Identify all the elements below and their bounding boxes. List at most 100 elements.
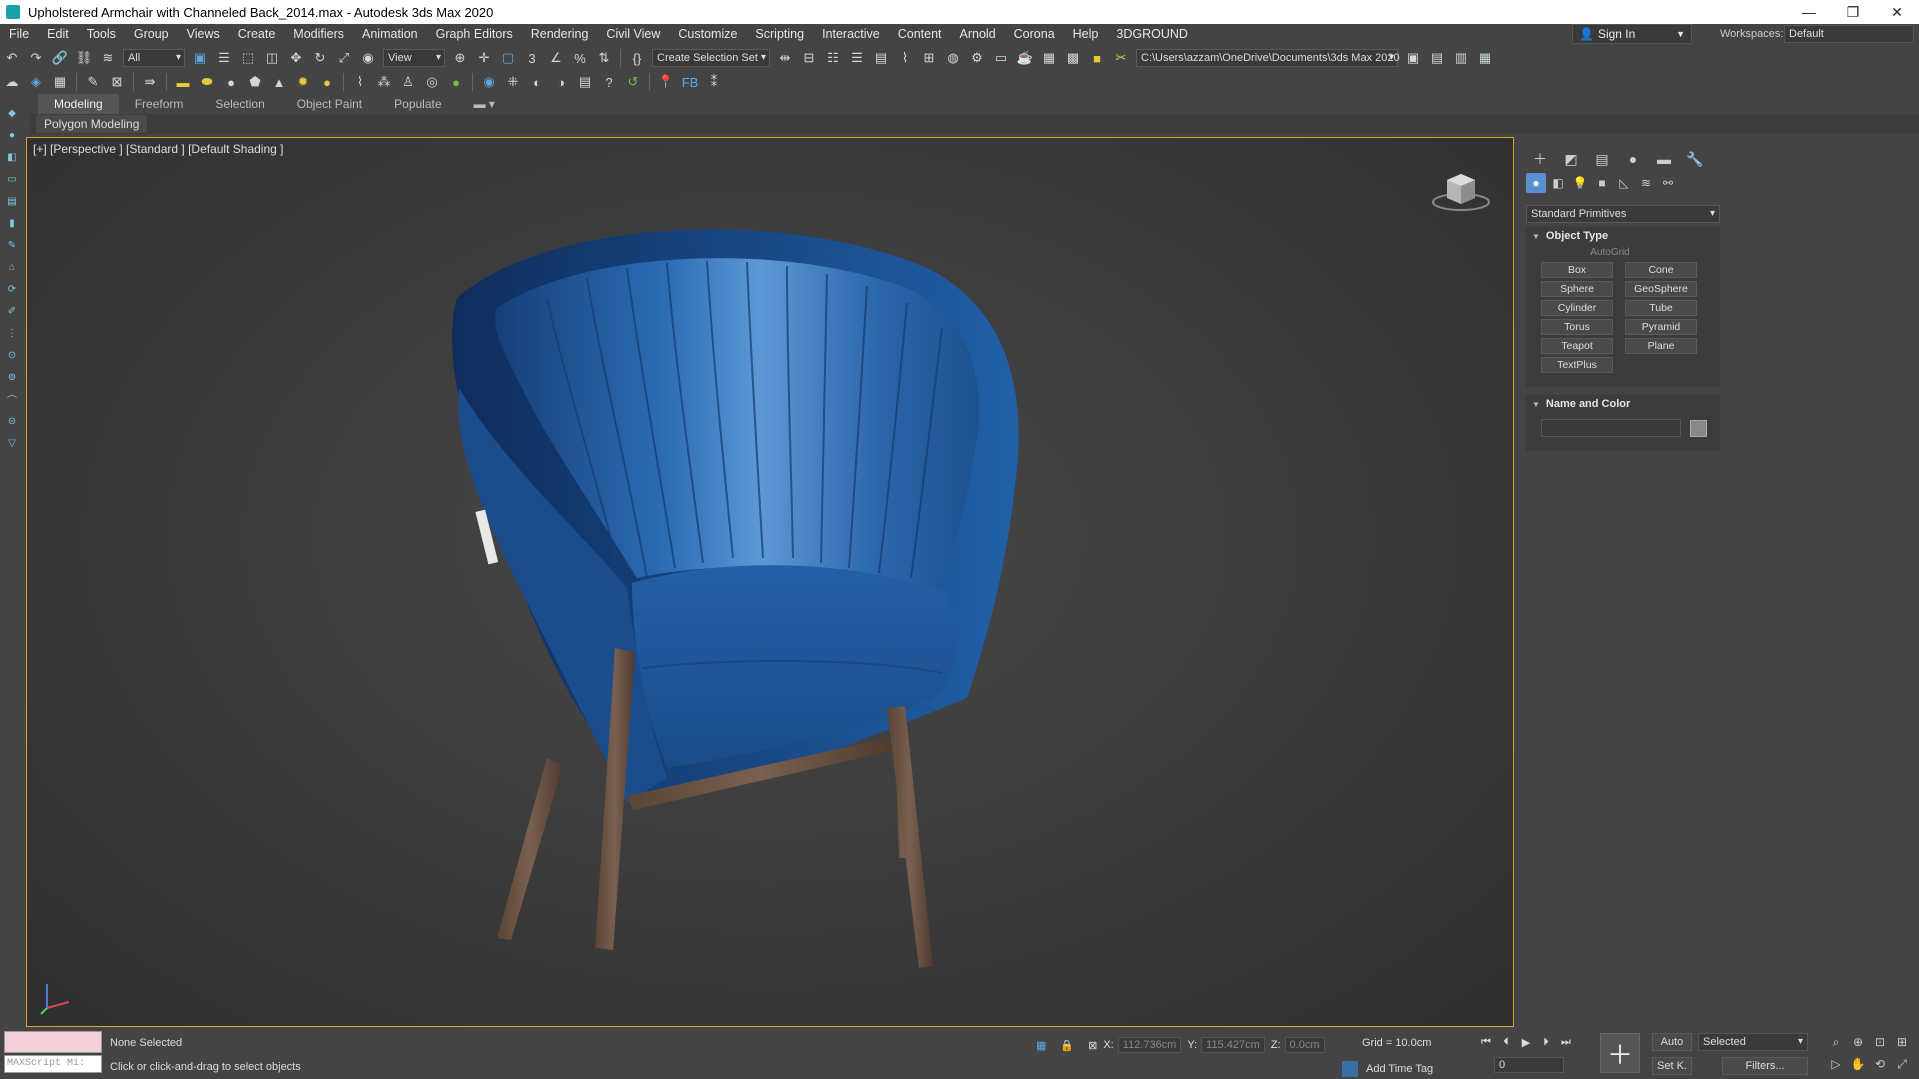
perspective-viewport[interactable]: [+] [Perspective ] [Standard ] [Default … bbox=[26, 137, 1514, 1027]
render-frame-icon[interactable]: ▭ bbox=[991, 48, 1011, 68]
helper-icon[interactable]: ✎ bbox=[83, 72, 103, 92]
select-object-icon[interactable]: ▣ bbox=[190, 48, 210, 68]
teapot-prim-icon[interactable]: ⬟ bbox=[245, 72, 265, 92]
systems-icon[interactable]: ⚯ bbox=[1658, 173, 1678, 193]
tab-selection[interactable]: Selection bbox=[199, 94, 280, 114]
restore-button[interactable]: ❐ bbox=[1831, 0, 1875, 24]
project-open-icon[interactable]: ▤ bbox=[1427, 48, 1447, 68]
pivot-center-icon[interactable]: ⊕ bbox=[450, 48, 470, 68]
shapes-icon[interactable]: ◧ bbox=[1548, 173, 1568, 193]
ribbon-options-icon[interactable]: ▬ ▾ bbox=[458, 94, 511, 114]
x-coordinate-field[interactable]: 112.736cm bbox=[1117, 1037, 1182, 1053]
select-by-name-icon[interactable]: ☰ bbox=[214, 48, 234, 68]
link-icon[interactable]: 🔗 bbox=[50, 48, 70, 68]
tool-icon[interactable]: ✎ bbox=[4, 235, 20, 255]
sphere-prim-icon[interactable]: ● bbox=[221, 72, 241, 92]
geosphere-button[interactable]: GeoSphere bbox=[1625, 281, 1697, 297]
key-filter-dropdown[interactable]: Selected bbox=[1698, 1033, 1808, 1051]
light-icon[interactable]: ✹ bbox=[293, 72, 313, 92]
motion-tab-icon[interactable]: ● bbox=[1619, 149, 1647, 169]
modify-tab-icon[interactable]: ◩ bbox=[1557, 149, 1585, 169]
unlink-icon[interactable]: ⛓ bbox=[74, 48, 94, 68]
box-prim-icon[interactable]: ▬ bbox=[173, 72, 193, 92]
polygon-modeling-panel[interactable]: Polygon Modeling bbox=[36, 115, 148, 133]
curve-editor-icon[interactable]: ⌇ bbox=[895, 48, 915, 68]
selection-lock-icon[interactable]: ▦ bbox=[1036, 1039, 1046, 1052]
batch-render-icon[interactable]: ▤ bbox=[575, 72, 595, 92]
mesh-icon[interactable]: ⊠ bbox=[107, 72, 127, 92]
percent-snap-icon[interactable]: % bbox=[570, 48, 590, 68]
ribbon-toggle-icon[interactable]: ▤ bbox=[871, 48, 891, 68]
layer-explorer-icon[interactable]: ☰ bbox=[847, 48, 867, 68]
rotate-icon[interactable]: ↻ bbox=[310, 48, 330, 68]
display-tab-icon[interactable]: ▬ bbox=[1650, 149, 1678, 169]
slate-editor-icon[interactable]: ◐ bbox=[527, 72, 547, 92]
tool-icon[interactable]: ▽ bbox=[4, 433, 20, 453]
spacewarps-icon[interactable]: ≋ bbox=[1636, 173, 1656, 193]
particle-icon[interactable]: ⁂ bbox=[374, 72, 394, 92]
undo-icon[interactable]: ↶ bbox=[2, 48, 22, 68]
plane-prim-icon[interactable]: ⬬ bbox=[197, 72, 217, 92]
menu-tools[interactable]: Tools bbox=[78, 27, 125, 41]
teapot-button[interactable]: Teapot bbox=[1541, 338, 1613, 354]
viewport-label[interactable]: [+] [Perspective ] [Standard ] [Default … bbox=[33, 142, 283, 156]
scene-icon[interactable]: ◈ bbox=[26, 72, 46, 92]
hair-icon[interactable]: ◎ bbox=[422, 72, 442, 92]
tool-icon[interactable]: ✐ bbox=[4, 301, 20, 321]
object-color-swatch[interactable] bbox=[1690, 420, 1707, 437]
menu-group[interactable]: Group bbox=[125, 27, 178, 41]
z-coordinate-field[interactable]: 0.0cm bbox=[1284, 1037, 1325, 1053]
tab-freeform[interactable]: Freeform bbox=[119, 94, 200, 114]
set-key-icon[interactable]: ＋ bbox=[1600, 1033, 1640, 1073]
tool-icon[interactable]: ◆ bbox=[4, 103, 20, 123]
menu-civil-view[interactable]: Civil View bbox=[597, 27, 669, 41]
cone-button[interactable]: Cone bbox=[1625, 262, 1697, 278]
reference-coordinate-dropdown[interactable]: View bbox=[383, 49, 445, 67]
named-selection-dropdown[interactable]: Create Selection Set bbox=[652, 49, 770, 67]
menu-help[interactable]: Help bbox=[1064, 27, 1108, 41]
snaps-toggle-icon[interactable]: 3 bbox=[522, 48, 542, 68]
project-save-icon[interactable]: ▥ bbox=[1451, 48, 1471, 68]
helpers-icon[interactable]: ◺ bbox=[1614, 173, 1634, 193]
menu-arnold[interactable]: Arnold bbox=[951, 27, 1005, 41]
workspace-dropdown[interactable]: Default bbox=[1784, 25, 1914, 43]
menu-scripting[interactable]: Scripting bbox=[746, 27, 813, 41]
key-filters-button[interactable]: Filters... bbox=[1722, 1057, 1808, 1075]
zoom-all-icon[interactable]: ⊕ bbox=[1848, 1033, 1868, 1051]
zoom-extents-all-icon[interactable]: ⊞ bbox=[1892, 1033, 1912, 1051]
window-crossing-icon[interactable]: ◫ bbox=[262, 48, 282, 68]
tool-icon[interactable]: ⌂ bbox=[4, 257, 20, 277]
render-shaded-icon[interactable]: ▩ bbox=[1063, 48, 1083, 68]
play-icon[interactable]: ▶ bbox=[1516, 1033, 1536, 1051]
tool-icon[interactable]: ⊝ bbox=[4, 411, 20, 431]
vray-icon[interactable]: ● bbox=[446, 72, 466, 92]
select-manipulate-icon[interactable]: ✛ bbox=[474, 48, 494, 68]
hierarchy-tab-icon[interactable]: ▤ bbox=[1588, 149, 1616, 169]
viewcube-icon[interactable] bbox=[1431, 166, 1491, 214]
project-path-dropdown[interactable]: C:\Users\azzam\OneDrive\Documents\3ds Ma… bbox=[1136, 49, 1400, 67]
menu-file[interactable]: File bbox=[0, 27, 38, 41]
object-type-header[interactable]: ▼ Object Type bbox=[1526, 227, 1720, 245]
tool-icon[interactable]: ⌒ bbox=[4, 389, 20, 409]
render-elements-icon[interactable]: ◑ bbox=[551, 72, 571, 92]
tool-icon[interactable]: ▮ bbox=[4, 213, 20, 233]
rect-region-icon[interactable]: ⬚ bbox=[238, 48, 258, 68]
tool-icon[interactable]: ⋮ bbox=[4, 323, 20, 343]
scene-explorer-icon[interactable]: ☷ bbox=[823, 48, 843, 68]
menu-modifiers[interactable]: Modifiers bbox=[284, 27, 353, 41]
menu-rendering[interactable]: Rendering bbox=[522, 27, 598, 41]
place-icon[interactable]: ◉ bbox=[358, 48, 378, 68]
pyramid-button[interactable]: Pyramid bbox=[1625, 319, 1697, 335]
cameras-icon[interactable]: ■ bbox=[1592, 173, 1612, 193]
project-settings-icon[interactable]: ▦ bbox=[1475, 48, 1495, 68]
keyboard-shortcut-icon[interactable]: ▢ bbox=[498, 48, 518, 68]
tool-icon[interactable]: ● bbox=[4, 125, 20, 145]
menu-create[interactable]: Create bbox=[229, 27, 285, 41]
cylinder-button[interactable]: Cylinder bbox=[1541, 300, 1613, 316]
palette-icon[interactable]: ⁜ bbox=[503, 72, 523, 92]
render-iterative-icon[interactable]: ▦ bbox=[1039, 48, 1059, 68]
current-frame-field[interactable]: 0 bbox=[1494, 1057, 1564, 1073]
torus-button[interactable]: Torus bbox=[1541, 319, 1613, 335]
lights-icon[interactable]: 💡 bbox=[1570, 173, 1590, 193]
absolute-mode-icon[interactable]: ⊠ bbox=[1088, 1039, 1097, 1052]
